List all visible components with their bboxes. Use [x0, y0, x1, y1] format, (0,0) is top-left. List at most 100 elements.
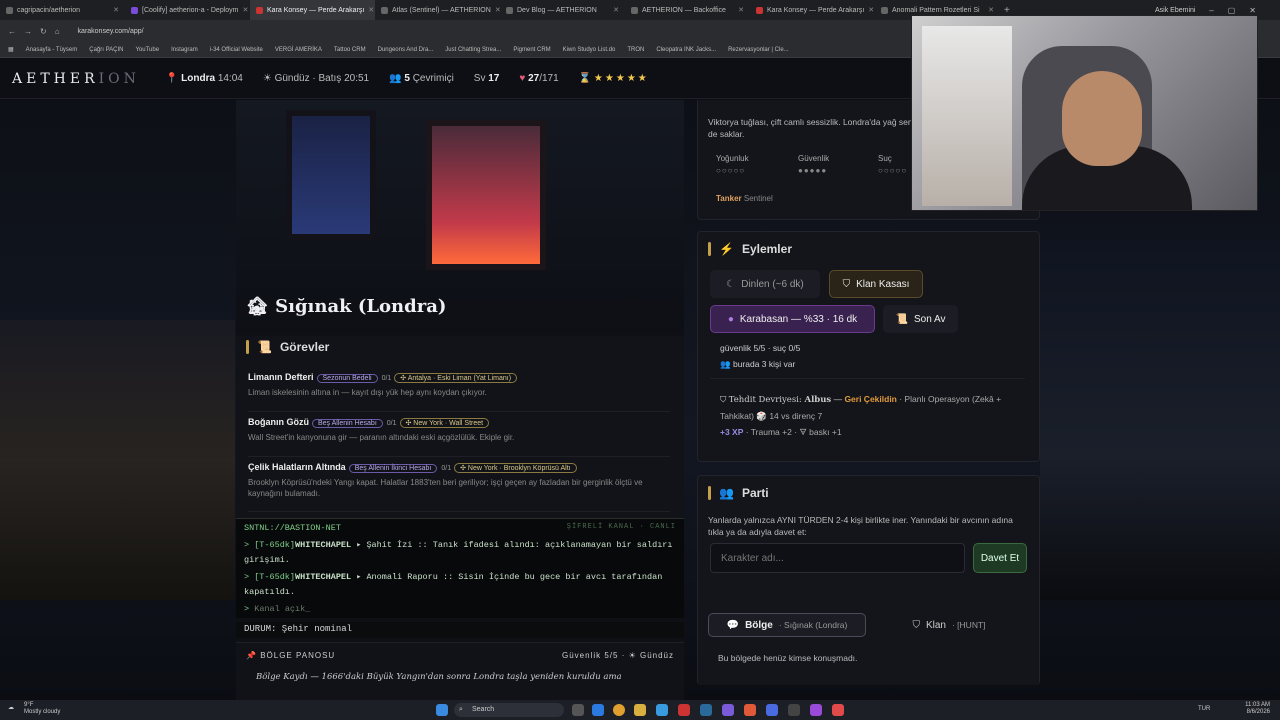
close-icon[interactable]: ✕: [988, 6, 994, 14]
rest-button[interactable]: ☾ Dinlen (~6 dk): [710, 270, 820, 298]
bookmark-item[interactable]: Pigment CRM: [513, 47, 550, 53]
last-hunt-button[interactable]: 📜 Son Av: [883, 305, 958, 333]
browser-tab[interactable]: Kara Konsey — Perde Arakarşı ✕: [750, 0, 875, 20]
health-status: ♥ 27/171: [519, 73, 559, 84]
close-icon[interactable]: ✕: [113, 6, 119, 14]
site-icon: [506, 6, 513, 14]
taskbar-app-icon[interactable]: [634, 704, 646, 716]
bookmark-item[interactable]: Rezervasyonlar | Cle...: [728, 47, 789, 53]
forward-icon[interactable]: →: [24, 27, 32, 36]
accent-bar: [708, 242, 711, 256]
language-indicator[interactable]: TUR: [1198, 706, 1210, 712]
sun-icon: ☀: [262, 73, 272, 84]
bookmark-item[interactable]: VERGİ AMERİKA: [275, 47, 322, 53]
bookmark-item[interactable]: Instagram: [171, 47, 198, 53]
taskbar-clock[interactable]: 11:03 AM 8/6/2026: [1245, 702, 1270, 716]
close-icon[interactable]: ✕: [738, 6, 744, 14]
quest-item[interactable]: Çelik Halatların Altında Beş Allenin İkin…: [248, 462, 670, 512]
taskbar-app-icon[interactable]: [572, 704, 584, 716]
close-icon[interactable]: ✕: [368, 6, 374, 14]
taskbar-app-icon[interactable]: [656, 704, 668, 716]
shield-icon: ⛉: [720, 394, 727, 404]
taskbar-app-icon[interactable]: [744, 704, 756, 716]
users-icon: 👥: [389, 73, 402, 84]
browser-tab[interactable]: [Coolify] aetherion-a - Deploym ✕: [125, 0, 250, 20]
bookmark-item[interactable]: Dungeons And Dra...: [378, 47, 434, 53]
app-logo[interactable]: AETHERION: [12, 71, 140, 87]
taskbar-search[interactable]: ⌕ Search: [454, 703, 564, 717]
action-log: güvenlik 5/5 · suç 0/5 👥 burada 3 kişi v…: [710, 340, 1025, 455]
character-name-input[interactable]: [710, 543, 965, 573]
chat-icon: 💬: [726, 619, 740, 631]
person-head: [1062, 71, 1142, 166]
reload-icon[interactable]: ↻: [40, 27, 47, 36]
quest-item[interactable]: Limanın Defteri Sezonun Bedeli 0/1 ✣ Antaly…: [248, 372, 670, 412]
apps-icon[interactable]: ▦: [8, 46, 14, 53]
hourglass-icon: ⌛: [578, 73, 592, 84]
party-icon: 👥: [719, 486, 734, 500]
bolt-icon: ⚡: [719, 242, 734, 256]
stat-crime: Suç ○○○○○: [878, 154, 908, 175]
bookmark-item[interactable]: Kiwn Studyo List.do: [563, 47, 616, 53]
taskbar-app-icon[interactable]: [766, 704, 778, 716]
location-status: 📍 Londra 14:04: [165, 73, 243, 84]
karabasan-button[interactable]: ● Karabasan — %33 · 16 dk: [710, 305, 875, 333]
bookmark-item[interactable]: Cleopatra INK Jacks...: [656, 47, 716, 53]
webcam-overlay: [911, 15, 1258, 211]
chat-empty-message: Bu bölgede henüz kimse konuşmadı.: [718, 653, 858, 663]
quests-header: 📜 Görevler: [236, 336, 684, 354]
background-city-left: [0, 320, 235, 600]
log-line: güvenlik 5/5 · suç 0/5: [720, 343, 801, 353]
windows-start-icon[interactable]: [436, 704, 448, 716]
location-description: Viktorya tuğlası, çift camlı sessizlik. …: [708, 117, 915, 139]
tab-clan-chat[interactable]: ⛉ Klan · [HUNT]: [870, 613, 1028, 637]
url-field[interactable]: karakonsey.com/app/: [78, 28, 144, 35]
weather-widget[interactable]: 9°F Mostly cloudy: [24, 702, 60, 716]
taskbar-app-icon[interactable]: [810, 704, 822, 716]
browser-tab[interactable]: AETHERION — Backoffice ✕: [625, 0, 750, 20]
window-controls[interactable]: –▢✕: [1209, 6, 1270, 15]
quest-location[interactable]: ✣ New York · Wall Street: [399, 418, 490, 428]
bookmark-item[interactable]: YouTube: [135, 47, 159, 53]
background-city-right: [1040, 240, 1280, 600]
close-icon[interactable]: ✕: [243, 6, 249, 14]
home-icon[interactable]: ⌂: [55, 27, 60, 36]
threat-event: ⛉ Tehdit Devriyesi: Albus — Geri Çekildi…: [710, 378, 1025, 440]
close-icon[interactable]: ✕: [613, 6, 619, 14]
bookmark-item[interactable]: Tattoo CRM: [334, 47, 366, 53]
back-icon[interactable]: ←: [8, 27, 16, 36]
quest-location[interactable]: ✣ Antalya · Eski Liman (Yat Limanı): [394, 373, 518, 383]
region-board: 📌 BÖLGE PANOSU Güvenlik 5/5 · ☀ Gündüz Bö…: [236, 642, 684, 700]
pin-icon: 📍: [165, 73, 179, 84]
new-tab-icon[interactable]: +: [1004, 5, 1010, 16]
clan-vault-button[interactable]: ⛉ Klan Kasası: [829, 270, 923, 298]
bookmark-item[interactable]: TRON: [627, 47, 644, 53]
bookmark-item[interactable]: Çağrı PAÇIN: [89, 47, 123, 53]
quest-location[interactable]: ✣ New York · Brooklyn Köprüsü Altı: [454, 463, 577, 473]
location-panel: 🏚 Sığınak (Londra) 📜 Görevler Limanın Def…: [236, 100, 684, 700]
taskbar-app-icon[interactable]: [613, 704, 625, 716]
daytime-status: ☀ Gündüz · Batış 20:51: [262, 73, 370, 84]
taskbar-app-icon[interactable]: [832, 704, 844, 716]
close-icon[interactable]: ✕: [868, 6, 874, 14]
taskbar-app-icon[interactable]: [592, 704, 604, 716]
taskbar-app-icon[interactable]: [722, 704, 734, 716]
bookmark-item[interactable]: Anasayfa - Tüysem: [26, 47, 78, 53]
taskbar-app-icon[interactable]: [788, 704, 800, 716]
bookmark-item[interactable]: i-34 Official Website: [210, 47, 263, 53]
browser-tab[interactable]: cagripacin/aetherion ✕: [0, 0, 125, 20]
quest-item[interactable]: Boğanın Gözü Beş Allenin Hesabı 0/1 ✣ New Y…: [248, 417, 670, 457]
level-status: Sv 17: [473, 73, 500, 84]
role-tag: Tanker Sentinel: [716, 194, 773, 203]
tab-region-chat[interactable]: 💬 Bölge · Sığınak (Londra): [708, 613, 866, 637]
browser-tab[interactable]: Kara Konsey — Perde Arakarşı ✕: [250, 0, 375, 20]
bookmark-item[interactable]: Just Chatting Strea...: [445, 47, 501, 53]
taskbar-app-icon[interactable]: [678, 704, 690, 716]
taskbar-app-icon[interactable]: [700, 704, 712, 716]
profile-label[interactable]: Asik Ebemini: [1155, 7, 1195, 14]
browser-tab[interactable]: Dev Blog — AETHERION ✕: [500, 0, 625, 20]
red-window: [426, 120, 546, 270]
browser-tab[interactable]: Atlas (Sentinel) — AETHERION ✕: [375, 0, 500, 20]
online-status[interactable]: 👥 5 Çevrimiçi: [389, 73, 454, 84]
invite-button[interactable]: Davet Et: [973, 543, 1027, 573]
